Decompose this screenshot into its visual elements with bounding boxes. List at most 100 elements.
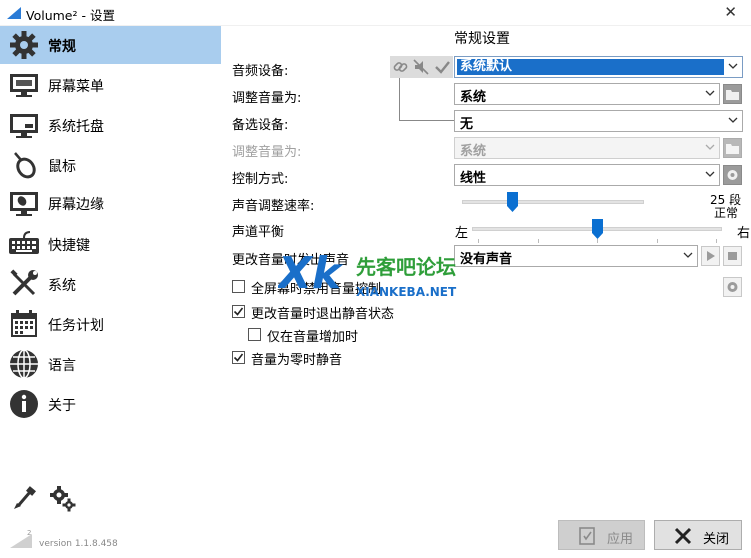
sidebar-item-hotkeys[interactable]: 快捷键 <box>0 225 221 263</box>
monitor-icon <box>10 74 38 97</box>
chevron-down-icon <box>728 63 738 69</box>
apply-button[interactable]: 应用 <box>558 520 645 550</box>
checkbox-label: 仅在音量增加时 <box>267 330 359 345</box>
slider-tick <box>597 239 598 243</box>
audio-device-label: 音频设备: <box>232 64 289 79</box>
speaker-mute-icon <box>413 59 429 75</box>
gears-icon[interactable] <box>48 484 76 512</box>
sidebar-item-mouse[interactable]: 鼠标 <box>0 146 221 184</box>
sidebar-item-about[interactable]: 关于 <box>0 385 221 423</box>
mute-device-button[interactable] <box>411 56 432 78</box>
brush-icon[interactable] <box>12 486 38 510</box>
stop-icon <box>728 252 737 260</box>
adjust-speed-slider-track[interactable] <box>462 200 644 204</box>
version-logo-icon: 2 <box>10 529 32 548</box>
apply-icon <box>579 527 595 545</box>
calendar-icon <box>11 310 37 337</box>
globe-icon <box>10 349 38 379</box>
sidebar-item-label: 常规 <box>48 39 76 55</box>
control-mode-select[interactable]: 线性 <box>454 164 720 186</box>
adjust-speed-slider-thumb[interactable] <box>507 192 519 212</box>
sidebar-item-label: 屏幕菜单 <box>48 79 104 95</box>
volume-app-icon <box>7 7 21 19</box>
balance-right-label: 右 <box>737 226 751 241</box>
sidebar-item-osd[interactable]: 屏幕菜单 <box>0 66 221 104</box>
check-icon <box>435 61 450 74</box>
version-mark: 2 <box>27 529 31 537</box>
watermark-url: XIANKEBA.NET <box>356 285 457 299</box>
control-mode-settings-button[interactable] <box>723 165 742 185</box>
watermark-brand: 先客吧论坛 <box>356 255 456 279</box>
sidebar-item-screen-edge[interactable]: 屏幕边缘 <box>0 184 221 222</box>
watermark-logo: Xk 先客吧论坛 XIANKEBA.NET <box>278 248 457 299</box>
fullscreen-settings-button[interactable] <box>723 277 742 297</box>
control-mode-label: 控制方式: <box>232 172 289 187</box>
sidebar-item-label: 语言 <box>48 358 76 374</box>
balance-label: 声道平衡 <box>232 225 285 240</box>
gear-icon <box>727 282 738 292</box>
checkbox-disable-fullscreen[interactable] <box>232 280 245 293</box>
checkbox-label: 音量为零时静音 <box>251 353 343 368</box>
device-group-bracket <box>399 78 455 121</box>
gear-icon <box>10 31 38 59</box>
adjust-volume-value: 系统 <box>460 90 487 105</box>
balance-state: 正常 <box>714 206 739 220</box>
sidebar-item-label: 系统 <box>48 278 76 294</box>
confirm-device-button[interactable] <box>432 56 453 78</box>
alt-device-value: 无 <box>460 117 474 132</box>
apply-button-label: 应用 <box>607 532 634 547</box>
checkbox-mute-at-zero[interactable] <box>232 351 245 364</box>
sidebar-item-system[interactable]: 系统 <box>0 265 221 303</box>
folder-icon <box>726 90 739 100</box>
keyboard-icon <box>9 231 39 254</box>
sidebar-item-label: 快捷键 <box>48 238 90 254</box>
link-button[interactable] <box>390 56 411 78</box>
version-label: version 1.1.8.458 <box>39 539 118 549</box>
close-button[interactable]: 关闭 <box>654 520 742 550</box>
svg-text:Xk: Xk <box>278 248 344 299</box>
chevron-down-icon <box>705 171 715 177</box>
audio-device-select[interactable]: 系统默认 <box>454 56 743 78</box>
alt-device-select[interactable]: 无 <box>454 110 743 132</box>
checkbox-only-on-increase[interactable] <box>248 328 261 341</box>
mouse-icon <box>14 152 36 179</box>
audio-device-value: 系统默认 <box>457 59 724 75</box>
sidebar-item-label: 任务计划 <box>48 318 104 334</box>
checkbox-unmute-on-change[interactable] <box>232 305 245 318</box>
balance-slider-thumb[interactable] <box>591 219 603 239</box>
title-bar: Volume² - 设置 ✕ <box>0 0 751 26</box>
chevron-down-icon <box>728 117 738 123</box>
sidebar-item-tray[interactable]: 系统托盘 <box>0 106 221 144</box>
checkmark-icon <box>233 353 244 362</box>
alt-device-label: 备选设备: <box>232 118 289 133</box>
sidebar-item-label: 屏幕边缘 <box>48 197 104 213</box>
adjust-speed-label: 声音调整速率: <box>232 199 315 214</box>
link-icon <box>393 62 408 72</box>
close-window-button[interactable]: ✕ <box>724 3 737 21</box>
slider-tick <box>538 239 539 243</box>
stop-sound-button[interactable] <box>723 246 742 266</box>
browse-folder-button[interactable] <box>723 84 742 104</box>
sidebar-item-scheduler[interactable]: 任务计划 <box>0 305 221 343</box>
chevron-down-icon <box>683 252 693 258</box>
chevron-down-icon <box>705 144 715 150</box>
device-link-toolbar <box>390 56 453 78</box>
checkmark-icon <box>233 307 244 316</box>
sidebar-item-language[interactable]: 语言 <box>0 345 221 383</box>
tray-icon <box>10 114 38 138</box>
balance-left-label: 左 <box>455 226 469 241</box>
close-button-label: 关闭 <box>703 532 730 547</box>
sound-on-change-select[interactable]: 没有声音 <box>454 245 698 267</box>
folder-icon <box>726 144 739 154</box>
adjust-volume-select[interactable]: 系统 <box>454 83 720 105</box>
screen-edge-icon <box>10 192 38 216</box>
alt-adjust-volume-select[interactable]: 系统 <box>454 137 720 159</box>
play-sound-button[interactable] <box>701 246 720 266</box>
sidebar-item-general[interactable]: 常规 <box>0 26 221 64</box>
sidebar-item-label: 系统托盘 <box>48 119 104 135</box>
alt-adjust-volume-label: 调整音量为: <box>232 145 302 160</box>
gear-icon <box>727 170 738 180</box>
sidebar-item-label: 关于 <box>48 398 76 414</box>
alt-browse-folder-button[interactable] <box>723 138 742 158</box>
close-icon <box>674 527 692 545</box>
